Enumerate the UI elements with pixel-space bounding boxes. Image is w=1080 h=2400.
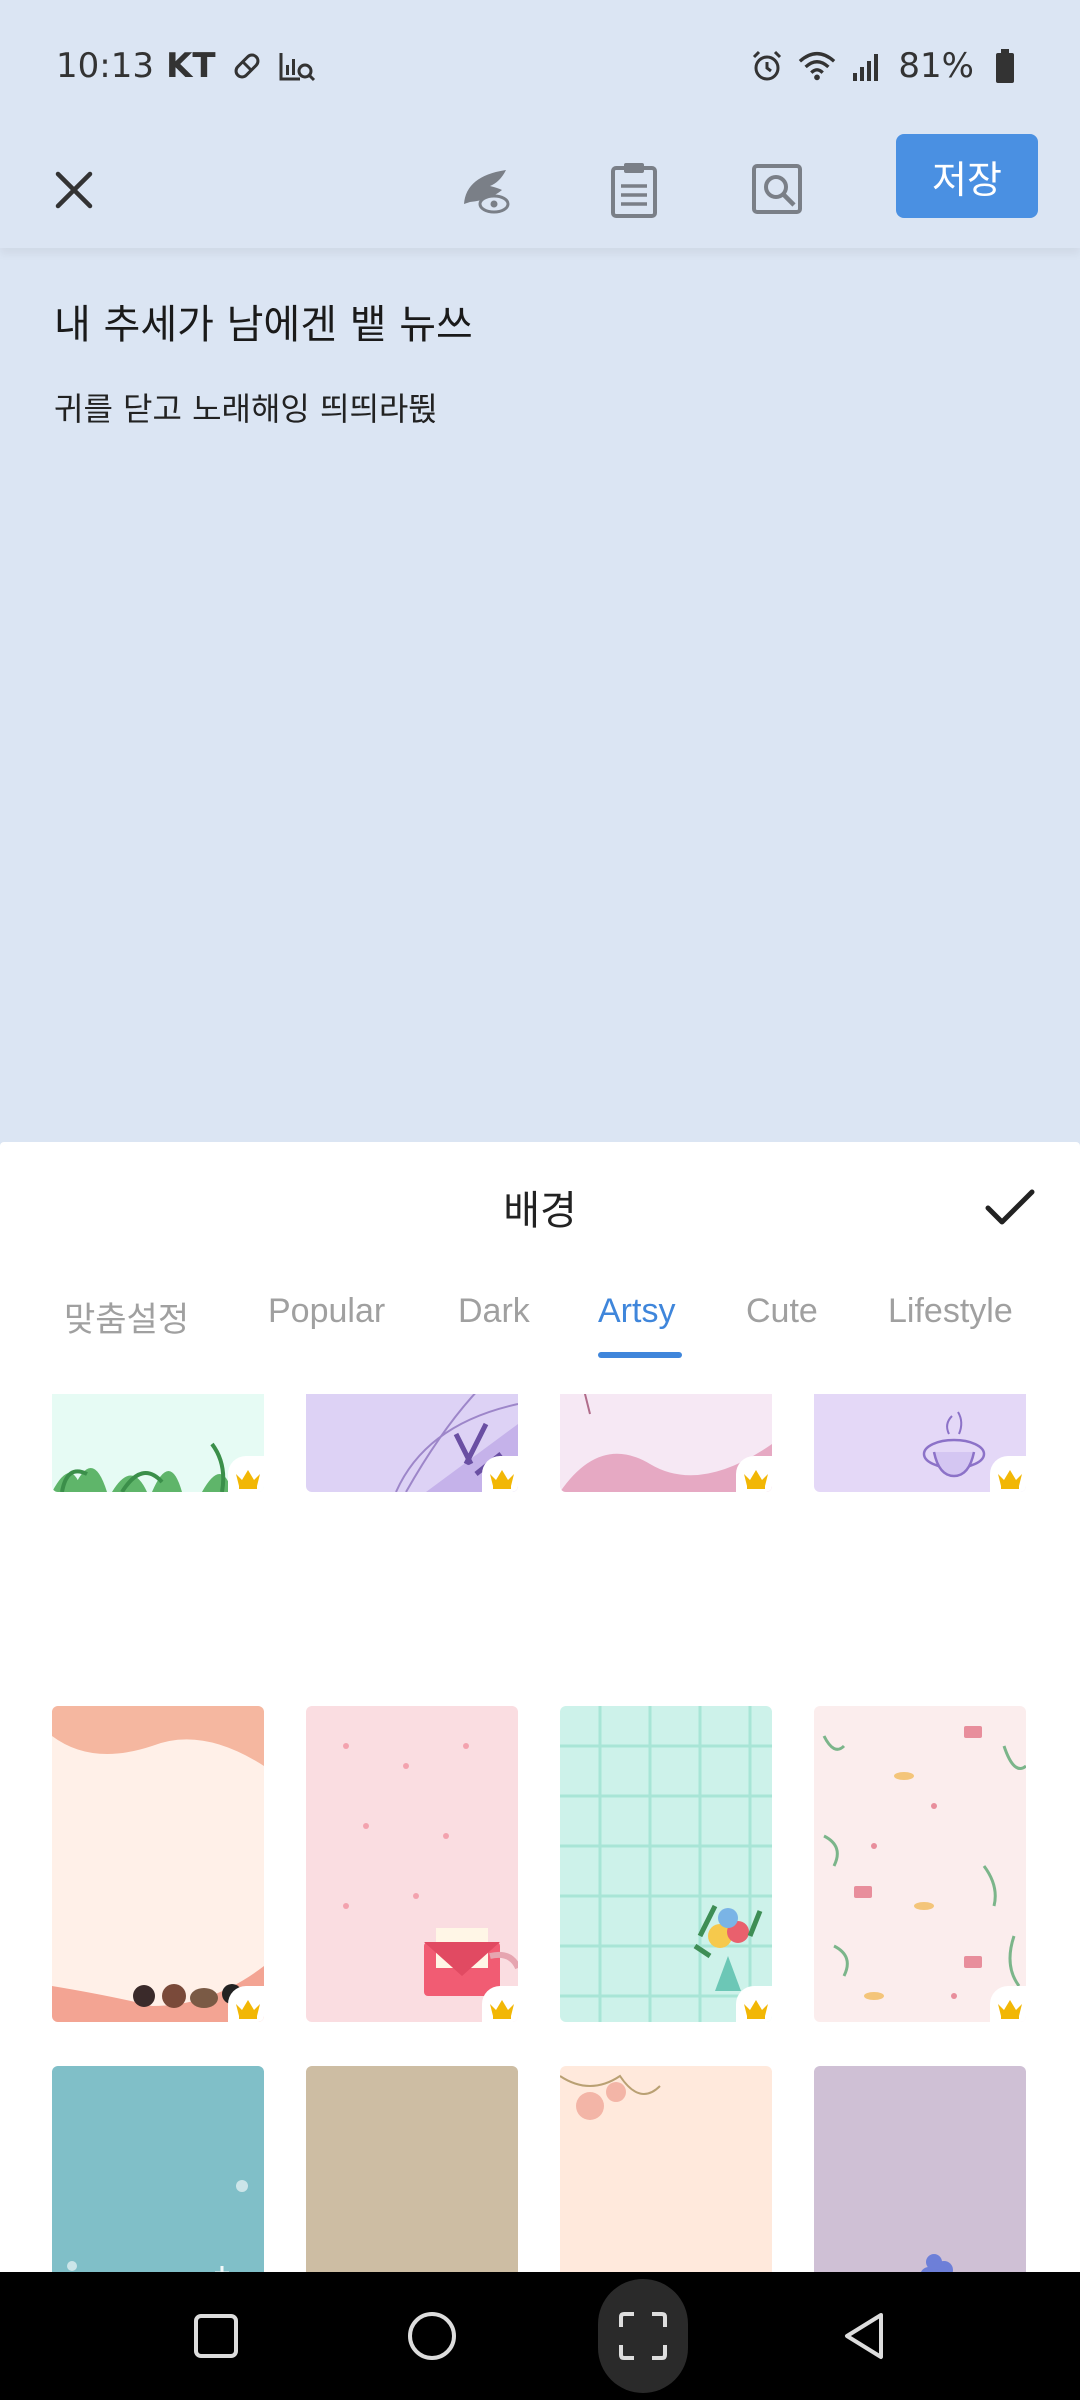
- signal-icon: [848, 47, 886, 85]
- background-thumb-teal-snow[interactable]: [52, 2066, 264, 2272]
- save-button[interactable]: 저장: [896, 134, 1038, 218]
- battery-percent: 81%: [898, 46, 974, 86]
- back-icon: [845, 2313, 883, 2359]
- tab-popular[interactable]: Popular: [268, 1292, 385, 1331]
- background-artwork: [343, 1743, 518, 1996]
- background-grid: [0, 1394, 1080, 2272]
- background-artwork: [52, 1706, 264, 2022]
- search-box-icon: [752, 164, 802, 214]
- background-thumb-leaves[interactable]: [52, 1394, 264, 1492]
- premium-crown-icon: [482, 1456, 518, 1492]
- status-bar: 10:13 KT 81%: [0, 0, 1080, 132]
- close-icon: [55, 171, 93, 209]
- check-icon: [985, 1189, 1035, 1225]
- preview-button[interactable]: [446, 150, 526, 230]
- recents-icon: [194, 2314, 238, 2358]
- background-thumb-peach-bouquet[interactable]: [560, 2066, 772, 2272]
- back-button[interactable]: [814, 2286, 914, 2386]
- tab-custom[interactable]: 맞춤설정: [64, 1292, 189, 1341]
- status-right: 81%: [748, 46, 1024, 86]
- feather-eye-icon: [464, 170, 510, 214]
- premium-crown-icon: [990, 1456, 1026, 1492]
- clipboard-button[interactable]: [594, 150, 674, 230]
- screenshot-icon: [619, 2312, 667, 2360]
- clipboard-icon: [611, 163, 657, 218]
- sheet-title: 배경: [503, 1188, 577, 1234]
- premium-crown-icon: [990, 1986, 1026, 2022]
- status-left: 10:13 KT: [56, 46, 316, 86]
- chart-search-icon: [278, 47, 316, 85]
- note-body[interactable]: 귀를 닫고 노래해잉 띄띄라뛵: [54, 384, 438, 430]
- confirm-button[interactable]: [980, 1178, 1040, 1238]
- premium-crown-icon: [482, 1986, 518, 2022]
- premium-crown-icon: [736, 1456, 772, 1492]
- note-title[interactable]: 내 추세가 남에겐 뱉 뉴쓰: [54, 292, 473, 350]
- premium-crown-icon: [228, 1986, 264, 2022]
- background-artwork: [306, 2066, 518, 2272]
- editor-toolbar: 저장: [0, 132, 1080, 248]
- screenshot-button[interactable]: [598, 2279, 688, 2393]
- background-thumb-purple-lines[interactable]: [306, 1394, 518, 1492]
- pill-icon: [228, 47, 266, 85]
- premium-crown-icon: [736, 1986, 772, 2022]
- tab-active-indicator: [598, 1352, 682, 1358]
- background-artwork: [822, 1726, 1026, 2000]
- wifi-icon: [798, 47, 836, 85]
- background-thumb-peach-animals[interactable]: [52, 1706, 264, 2022]
- background-thumb-pink-envelopes[interactable]: [814, 1706, 1026, 2022]
- sheet-header: 배경: [0, 1142, 1080, 1266]
- background-thumb-mint-grid-bouquet[interactable]: [560, 1706, 772, 2022]
- background-thumb-teacup[interactable]: [814, 1394, 1026, 1492]
- background-thumb-lilac-blue-flower[interactable]: [814, 2066, 1026, 2272]
- background-sheet: 배경 맞춤설정 Popular Dark Artsy Cute Lifestyl…: [0, 1142, 1080, 2272]
- background-thumb-kraft-yellow-flower[interactable]: [306, 2066, 518, 2272]
- tab-artsy[interactable]: Artsy: [598, 1292, 675, 1331]
- background-thumb-pink-letter[interactable]: [306, 1706, 518, 2022]
- alarm-icon: [748, 47, 786, 85]
- battery-icon: [986, 47, 1024, 85]
- clock: 10:13: [56, 46, 154, 86]
- background-artwork: [560, 2074, 661, 2120]
- background-artwork: [67, 2180, 248, 2272]
- recents-button[interactable]: [166, 2286, 266, 2386]
- background-artwork: [920, 2254, 953, 2272]
- close-button[interactable]: [34, 150, 114, 230]
- carrier-label: KT: [165, 46, 216, 86]
- find-button[interactable]: [738, 150, 818, 230]
- home-button[interactable]: [382, 2286, 482, 2386]
- tab-cute[interactable]: Cute: [746, 1292, 818, 1331]
- home-icon: [408, 2312, 456, 2360]
- system-nav-bar: [0, 2272, 1080, 2400]
- premium-crown-icon: [228, 1456, 264, 1492]
- background-artwork: [560, 1706, 772, 2022]
- tab-lifestyle[interactable]: Lifestyle: [888, 1292, 1013, 1331]
- tab-dark[interactable]: Dark: [458, 1292, 530, 1331]
- background-thumb-pink-flower-wave[interactable]: [560, 1394, 772, 1492]
- category-tabs: 맞춤설정 Popular Dark Artsy Cute Lifestyle: [0, 1292, 1080, 1372]
